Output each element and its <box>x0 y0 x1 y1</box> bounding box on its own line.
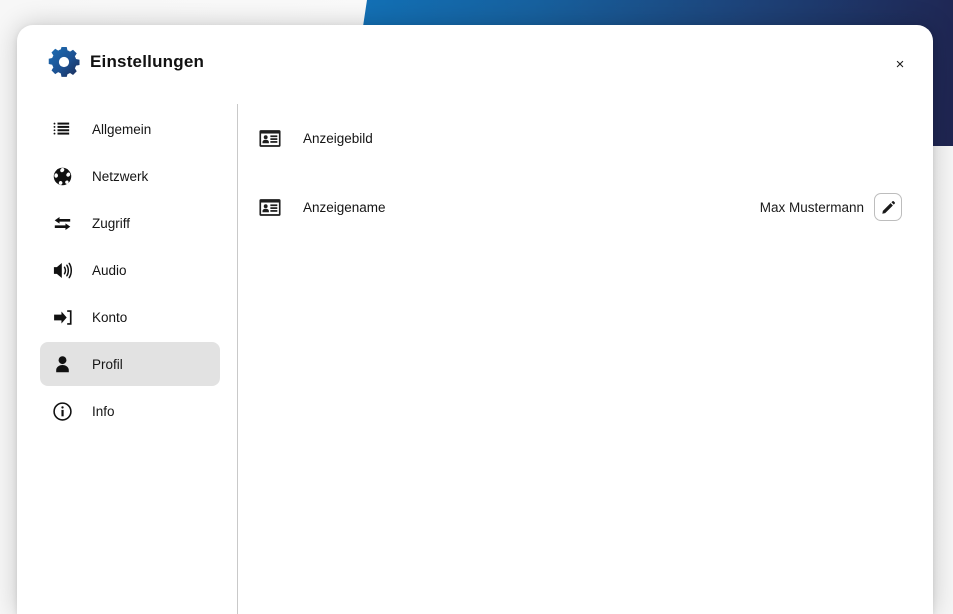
sidebar-item-label: Profil <box>92 356 123 372</box>
edit-display-name-button[interactable] <box>874 193 902 221</box>
person-icon <box>50 352 74 376</box>
pencil-icon <box>881 200 896 215</box>
setting-row-anzeigename: Anzeigename Max Mustermann <box>258 189 902 225</box>
settings-dialog: Einstellungen × Allgemein Netzwerk Zugri… <box>17 25 933 614</box>
info-circle-icon <box>50 399 74 423</box>
sidebar-item-label: Audio <box>92 262 127 278</box>
sidebar-item-allgemein[interactable]: Allgemein <box>40 107 220 151</box>
globe-icon <box>50 164 74 188</box>
sidebar-item-profil[interactable]: Profil <box>40 342 220 386</box>
id-card-icon <box>258 195 282 219</box>
sidebar-item-zugriff[interactable]: Zugriff <box>40 201 220 245</box>
sidebar-item-info[interactable]: Info <box>40 389 220 433</box>
sidebar-item-audio[interactable]: Audio <box>40 248 220 292</box>
sidebar-item-label: Netzwerk <box>92 168 149 184</box>
sidebar-item-label: Info <box>92 403 115 419</box>
desktop-background: Einstellungen × Allgemein Netzwerk Zugri… <box>0 0 953 614</box>
setting-row-anzeigebild: Anzeigebild <box>258 120 902 156</box>
setting-label: Anzeigebild <box>303 130 373 146</box>
sidebar-item-label: Allgemein <box>92 121 152 137</box>
sidebar: Allgemein Netzwerk Zugriff Audio Konto P… <box>17 95 238 614</box>
sidebar-item-netzwerk[interactable]: Netzwerk <box>40 154 220 198</box>
transfer-arrows-icon <box>50 211 74 235</box>
id-card-icon <box>258 126 282 150</box>
dialog-titlebar: Einstellungen × <box>17 25 933 95</box>
sidebar-item-label: Zugriff <box>92 215 131 231</box>
setting-label: Anzeigename <box>303 199 386 215</box>
dialog-body: Allgemein Netzwerk Zugriff Audio Konto P… <box>17 95 933 614</box>
login-icon <box>50 305 74 329</box>
gear-icon <box>48 46 80 78</box>
content-pane: Anzeigebild Anzeigename Max Mustermann <box>237 95 933 614</box>
list-icon <box>50 117 74 141</box>
speaker-icon <box>50 258 74 282</box>
display-name-value: Max Mustermann <box>759 199 864 215</box>
sidebar-item-label: Konto <box>92 309 128 325</box>
sidebar-item-konto[interactable]: Konto <box>40 295 220 339</box>
close-icon[interactable]: × <box>886 50 914 78</box>
page-title: Einstellungen <box>90 52 205 71</box>
